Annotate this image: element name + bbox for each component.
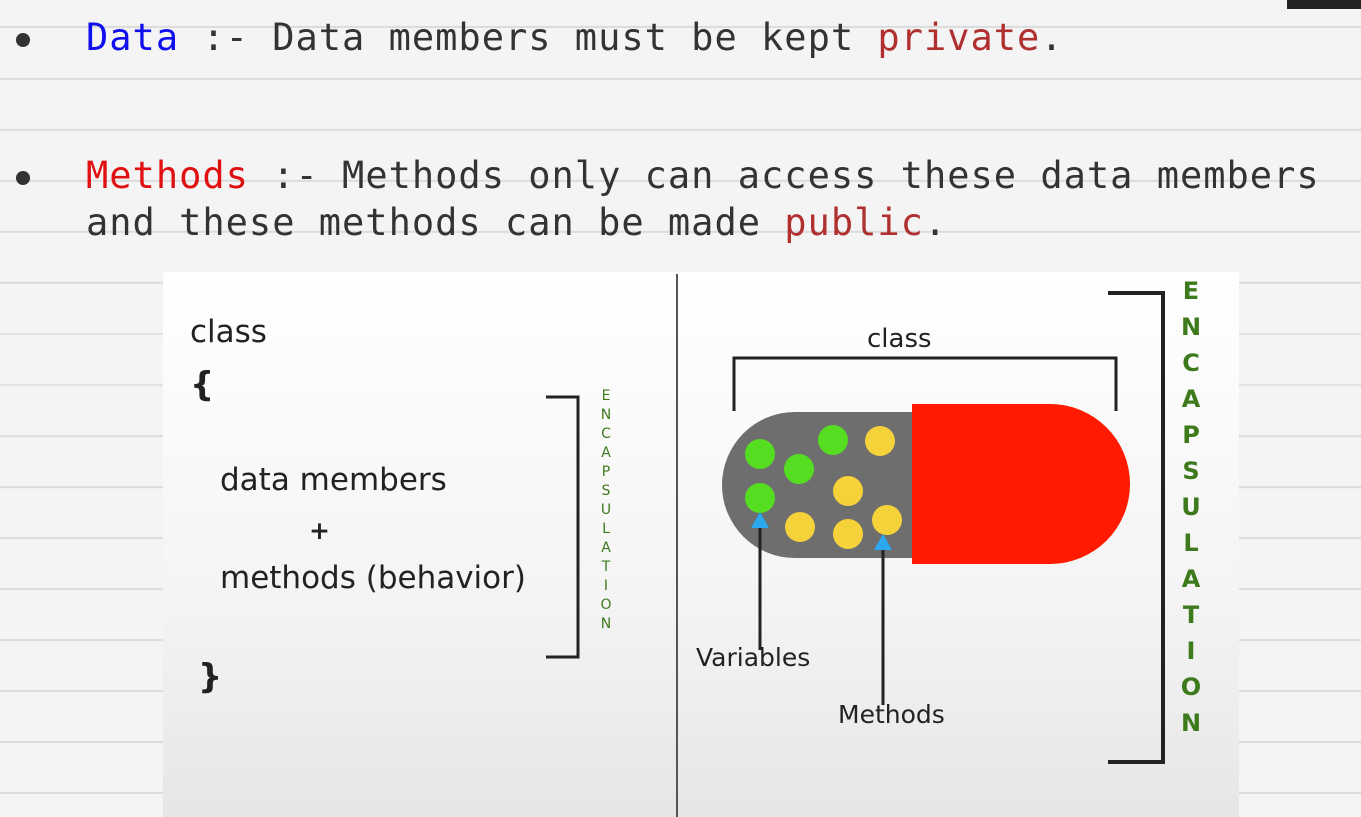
encapsulation-letter: P (1182, 421, 1200, 449)
class-keyword: class (190, 314, 267, 350)
bullet-text: and these methods can be made (86, 201, 785, 244)
method-dot (872, 505, 902, 535)
variables-label: Variables (696, 643, 811, 672)
bullet-data: Data :- Data members must be kept privat… (86, 15, 1064, 61)
bullet-dot (16, 171, 30, 185)
variable-dot (745, 439, 775, 469)
left-encapsulation-bracket (546, 395, 580, 659)
video-corner-overlay (1287, 0, 1361, 9)
term-data: Data (86, 16, 180, 59)
methods-behavior-label: methods (behavior) (220, 560, 526, 596)
class-bracket (732, 356, 1118, 411)
encapsulation-letter: N (1180, 313, 1202, 341)
encapsulation-letter: L (1183, 529, 1199, 557)
encapsulation-letter: P (601, 464, 611, 480)
bullet-methods: Methods :- Methods only can access these… (86, 153, 1320, 199)
right-encapsulation-bracket (1108, 291, 1165, 764)
method-dot (865, 426, 895, 456)
variable-dot (818, 425, 848, 455)
keyword-private: private (877, 16, 1041, 59)
bullet-text: Methods only can access these data membe… (342, 154, 1320, 197)
encapsulation-letter: I (603, 578, 609, 594)
encapsulation-letter: N (600, 616, 612, 632)
methods-label: Methods (838, 700, 945, 729)
figure-divider (676, 274, 678, 817)
encapsulation-letter: N (600, 407, 612, 423)
encapsulation-letter: S (1182, 457, 1200, 485)
left-encapsulation-label: ENCAPSULATION (596, 389, 616, 631)
method-dot (833, 519, 863, 549)
encapsulation-letter: I (1186, 637, 1196, 665)
encapsulation-letter: T (601, 559, 611, 575)
encapsulation-letter: O (600, 597, 612, 613)
separator: :- (248, 154, 343, 197)
encapsulation-letter: S (601, 483, 611, 499)
encapsulation-letter: U (600, 502, 612, 518)
encapsulation-letter: L (602, 521, 610, 537)
encapsulation-letter: O (1180, 673, 1202, 701)
keyword-public: public (784, 201, 924, 244)
right-encapsulation-label: ENCAPSULATION (1178, 279, 1204, 735)
encapsulation-letter: U (1181, 493, 1201, 521)
bullet-methods-line2: and these methods can be made public. (86, 200, 947, 246)
encapsulation-letter: A (601, 445, 611, 461)
method-dot (785, 512, 815, 542)
encapsulation-letter: A (601, 540, 611, 556)
variable-dot (745, 483, 775, 513)
encapsulation-letter: C (601, 426, 611, 442)
close-brace: } (198, 657, 223, 697)
capsule-diagram (722, 356, 1130, 705)
variable-dot (784, 454, 814, 484)
data-members-label: data members (220, 462, 447, 498)
encapsulation-letter: C (1182, 349, 1200, 377)
method-dot (833, 476, 863, 506)
period: . (1040, 16, 1064, 59)
encapsulation-letter: E (1182, 277, 1200, 305)
term-methods: Methods (86, 154, 249, 197)
encapsulation-letter: N (1180, 709, 1202, 737)
capsule-red-half (912, 404, 1130, 564)
encapsulation-letter: A (1181, 385, 1201, 413)
encapsulation-letter: A (1181, 565, 1201, 593)
period: . (923, 201, 948, 244)
separator: :- (179, 16, 273, 59)
open-brace: { (190, 365, 215, 405)
encapsulation-letter: T (1182, 601, 1200, 629)
plus-sign: + (309, 516, 330, 545)
encapsulation-letter: E (601, 388, 611, 404)
bullet-text: Data members must be kept (272, 16, 878, 59)
bullet-dot (16, 33, 30, 47)
